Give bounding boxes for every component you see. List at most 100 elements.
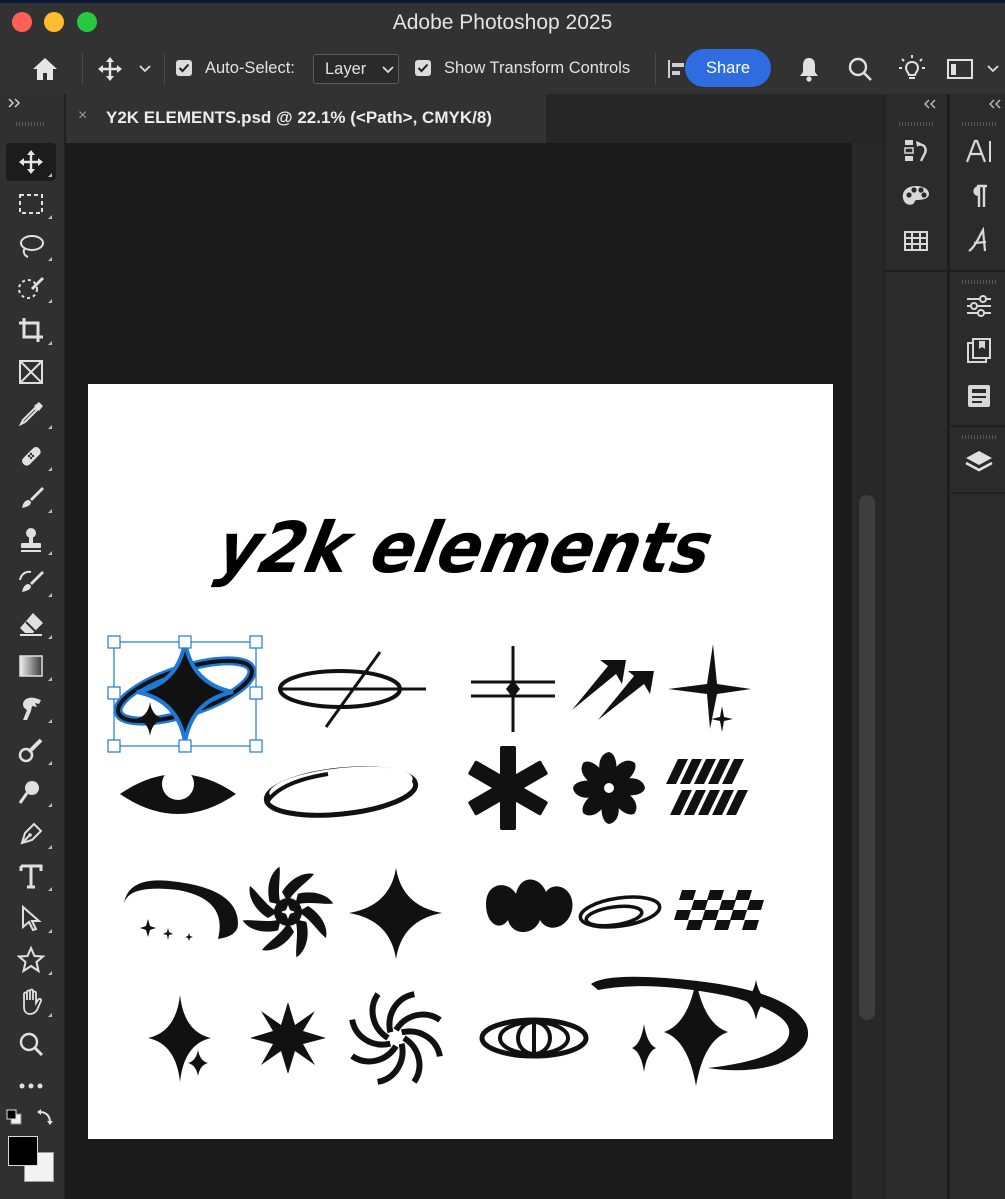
character-panel-button[interactable] bbox=[957, 132, 1001, 170]
smudge-tool[interactable] bbox=[6, 689, 56, 727]
transform-handle[interactable] bbox=[178, 739, 192, 753]
home-button[interactable] bbox=[28, 54, 62, 84]
eye-element[interactable] bbox=[120, 768, 236, 814]
rectangular-marquee-tool[interactable] bbox=[6, 185, 56, 223]
search-button[interactable] bbox=[843, 54, 877, 84]
sharp-sparkle-element[interactable] bbox=[668, 644, 751, 732]
move-tool[interactable] bbox=[6, 143, 56, 181]
clone-stamp-tool[interactable] bbox=[6, 521, 56, 559]
swirl-element[interactable] bbox=[348, 990, 443, 1085]
history-panel-button[interactable] bbox=[894, 132, 938, 170]
move-icon bbox=[19, 150, 43, 174]
document-tab[interactable]: × Y2K ELEMENTS.psd @ 22.1% (<Path>, CMYK… bbox=[66, 94, 546, 143]
scrollbar-thumb[interactable] bbox=[859, 495, 875, 1020]
zoom-tool[interactable] bbox=[6, 1025, 56, 1063]
properties-panel-button[interactable] bbox=[957, 377, 1001, 415]
four-point-star-element[interactable] bbox=[349, 868, 442, 959]
path-selection-tool[interactable] bbox=[6, 899, 56, 937]
collapse-panels-icon[interactable] bbox=[923, 99, 937, 109]
striped-ellipse-element[interactable] bbox=[479, 1017, 589, 1059]
double-arrow-element[interactable] bbox=[572, 660, 654, 720]
lasso-tool[interactable] bbox=[6, 227, 56, 265]
wavy-blob-element[interactable] bbox=[486, 879, 573, 933]
swoosh-ellipse-element[interactable] bbox=[263, 761, 419, 822]
layers-panel-button[interactable] bbox=[957, 444, 1001, 482]
arc-sparkles-element[interactable] bbox=[124, 880, 238, 941]
libraries-panel-button[interactable] bbox=[957, 332, 1001, 370]
auto-select-label: Auto-Select: bbox=[205, 59, 295, 77]
type-tool[interactable] bbox=[6, 857, 56, 895]
transform-handle[interactable] bbox=[249, 739, 263, 753]
auto-select-target-dropdown[interactable]: Layer bbox=[313, 54, 399, 84]
grid-icon bbox=[904, 231, 928, 251]
pinwheel-flower-element[interactable] bbox=[573, 752, 645, 824]
swap-colors-button[interactable] bbox=[36, 1108, 54, 1126]
close-tab-button[interactable]: × bbox=[78, 107, 87, 125]
transform-handle[interactable] bbox=[107, 739, 121, 753]
slashed-ellipse-element[interactable] bbox=[278, 651, 426, 728]
transform-handle[interactable] bbox=[107, 635, 121, 649]
default-colors-icon bbox=[6, 1109, 22, 1125]
more-tools-button[interactable] bbox=[6, 1067, 56, 1105]
blur-tool[interactable] bbox=[6, 731, 56, 769]
transform-handle[interactable] bbox=[178, 635, 192, 649]
bandage-icon bbox=[22, 447, 41, 466]
document-canvas[interactable]: y2k elements bbox=[88, 384, 833, 1139]
slanted-stripes-element[interactable] bbox=[666, 759, 748, 815]
move-tool-preset-button[interactable] bbox=[94, 54, 126, 84]
transform-handle[interactable] bbox=[249, 635, 263, 649]
paragraph-panel-button[interactable] bbox=[957, 177, 1001, 215]
custom-shape-tool[interactable] bbox=[6, 941, 56, 979]
align-left-icon bbox=[668, 60, 684, 78]
crosshair-diamond-element[interactable] bbox=[471, 646, 555, 732]
workspace-dropdown[interactable] bbox=[984, 60, 1002, 78]
adjustments-panel-button[interactable] bbox=[957, 287, 1001, 325]
frame-tool[interactable] bbox=[6, 353, 56, 391]
gradient-tool[interactable] bbox=[6, 647, 56, 685]
hand-tool[interactable] bbox=[6, 983, 56, 1021]
brush-tool[interactable] bbox=[6, 479, 56, 517]
collapse-panels-icon[interactable] bbox=[988, 99, 1002, 109]
asterisk-element[interactable] bbox=[468, 746, 549, 830]
character-icon bbox=[965, 139, 991, 163]
dodge-tool[interactable] bbox=[6, 773, 56, 811]
spiral-flower-element[interactable] bbox=[242, 866, 334, 958]
tool-preset-dropdown[interactable] bbox=[136, 60, 154, 78]
pen-tool[interactable] bbox=[6, 815, 56, 853]
workspace-button[interactable] bbox=[944, 55, 976, 83]
history-brush-icon bbox=[19, 570, 44, 592]
eight-point-star-element[interactable] bbox=[250, 1002, 326, 1074]
auto-select-checkbox[interactable] bbox=[176, 60, 192, 76]
double-orbit-element[interactable] bbox=[578, 893, 662, 932]
history-brush-tool[interactable] bbox=[6, 563, 56, 601]
glyphs-panel-button[interactable] bbox=[957, 222, 1001, 260]
title-bar: Adobe Photoshop 2025 bbox=[0, 0, 1005, 45]
expand-toolbar-icon[interactable] bbox=[8, 98, 22, 108]
default-colors-button[interactable] bbox=[6, 1109, 22, 1125]
eraser-tool[interactable] bbox=[6, 605, 56, 643]
notifications-button[interactable] bbox=[792, 54, 826, 84]
twin-sparkle-element[interactable] bbox=[148, 995, 211, 1082]
crop-tool[interactable] bbox=[6, 311, 56, 349]
transform-handle[interactable] bbox=[249, 686, 263, 700]
big-orbit-sparkles-element[interactable] bbox=[591, 976, 809, 1086]
show-transform-controls-checkbox[interactable] bbox=[415, 60, 431, 76]
patterns-panel-button[interactable] bbox=[894, 222, 938, 260]
transform-handle[interactable] bbox=[107, 686, 121, 700]
swatches-panel-button[interactable] bbox=[894, 177, 938, 215]
eyedropper-tool[interactable] bbox=[6, 395, 56, 433]
share-button[interactable]: Share bbox=[685, 49, 771, 87]
brush-icon bbox=[22, 487, 44, 508]
foreground-color-swatch[interactable] bbox=[8, 1136, 38, 1166]
checkerboard-element[interactable] bbox=[674, 890, 764, 930]
swap-arrow-icon bbox=[37, 1109, 53, 1125]
properties-icon bbox=[968, 385, 990, 407]
discover-button[interactable] bbox=[895, 53, 929, 85]
spot-healing-brush-tool[interactable] bbox=[6, 437, 56, 475]
orbit-sparkle-element[interactable] bbox=[112, 641, 259, 743]
artwork: y2k elements bbox=[107, 507, 809, 1086]
bell-icon bbox=[800, 58, 818, 82]
crop-icon bbox=[19, 318, 43, 342]
align-left-button[interactable] bbox=[665, 57, 687, 81]
object-selection-tool[interactable] bbox=[6, 269, 56, 307]
